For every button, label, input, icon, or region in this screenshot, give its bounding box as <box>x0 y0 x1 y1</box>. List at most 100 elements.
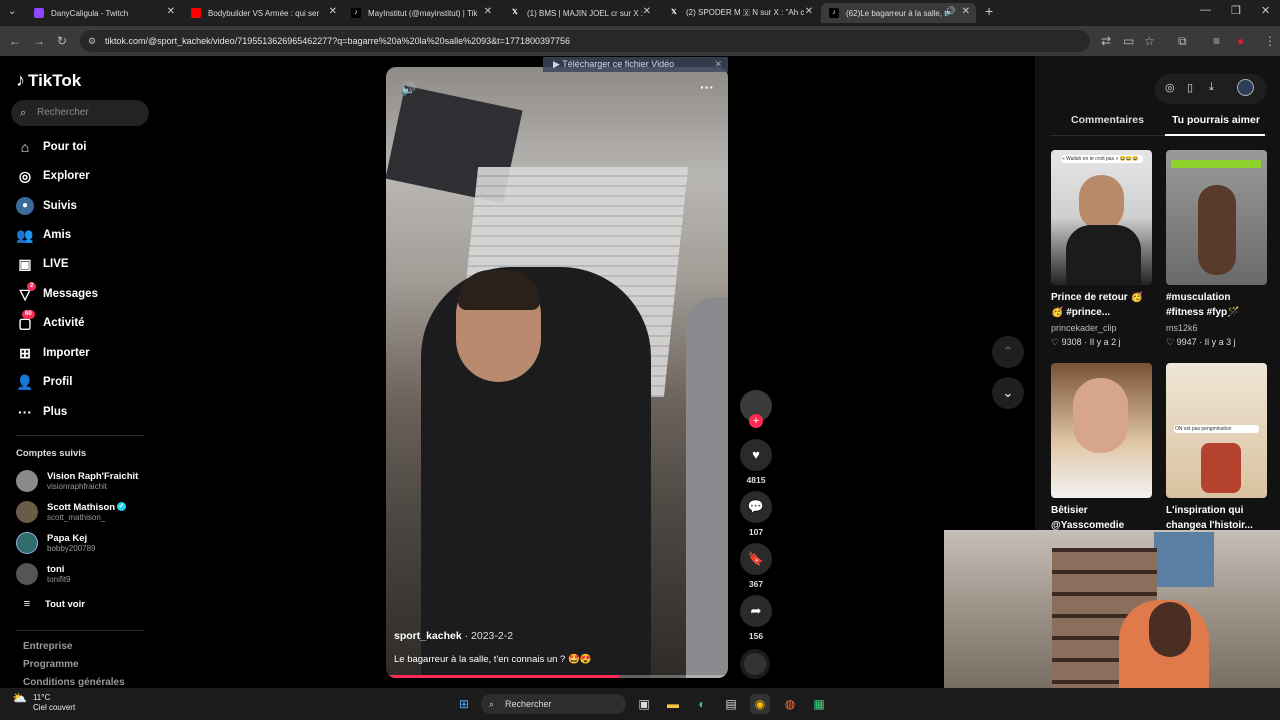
extensions-icon[interactable]: ⧉ <box>1178 33 1187 49</box>
tab-suggestions[interactable]: Tu pourrais aimer <box>1172 114 1260 126</box>
file-explorer-icon[interactable]: ▬ <box>663 694 683 714</box>
more-options-icon[interactable]: ··· <box>700 79 714 95</box>
close-window-icon[interactable]: ✕ <box>1261 4 1270 17</box>
back-icon[interactable]: ← <box>9 33 21 49</box>
edge-icon[interactable]: ◐ <box>692 694 712 714</box>
explore-icon[interactable]: ◎ <box>1165 81 1175 94</box>
followed-account[interactable]: Scott Mathison ✓ scott_mathison_ <box>16 499 127 525</box>
nav-activite[interactable]: ▢ 60 Activité <box>16 310 85 333</box>
previous-video-button[interactable]: ⌃ <box>992 336 1024 368</box>
bookmark-star-icon[interactable]: ☆ <box>1144 33 1155 49</box>
firefox-icon[interactable]: ◍ <box>780 694 800 714</box>
music-disc-icon[interactable] <box>740 649 770 679</box>
suggested-video-thumb[interactable] <box>1051 363 1152 498</box>
tab-list-icon[interactable]: ⌄ <box>8 6 16 17</box>
suggested-video-title[interactable]: Bêtisier @Yasscomedie <box>1051 503 1151 533</box>
comment-action[interactable]: 💬 107 <box>740 491 772 537</box>
user-avatar-icon[interactable] <box>1237 79 1254 96</box>
nav-messages[interactable]: ▽ 2 Messages <box>16 282 98 304</box>
tiktok-logo[interactable]: ♪ TikTok <box>16 70 81 91</box>
task-view-icon[interactable]: ▣ <box>634 694 654 714</box>
video-author[interactable]: sport_kachek <box>394 630 462 642</box>
see-all-button[interactable]: ≡ Tout voir <box>16 591 85 617</box>
media-icon[interactable]: ≡ <box>1213 33 1220 49</box>
close-tab-icon[interactable]: ✕ <box>167 6 175 17</box>
device-icon[interactable]: ▯ <box>1187 81 1193 94</box>
weather-widget[interactable]: ⛅ 11°C Ciel couvert <box>12 692 75 713</box>
reload-icon[interactable]: ↻ <box>57 33 67 49</box>
tab-title: DanyCaligula - Twitch <box>51 8 129 18</box>
nav-label: Activité <box>43 317 85 329</box>
profile-avatar-icon[interactable]: ● <box>1237 33 1244 49</box>
suggested-video-title[interactable]: L'inspiration qui changea l'histoir... <box>1166 503 1266 533</box>
comment-count: 107 <box>748 527 764 537</box>
address-bar[interactable]: ⚙ tiktok.com/@sport_kachek/video/7195513… <box>80 30 1090 52</box>
forward-icon[interactable]: → <box>33 33 45 49</box>
suggested-video-title[interactable]: Prince de retour 🥳🥳 #prince... <box>1051 290 1151 320</box>
follow-plus-icon[interactable]: + <box>749 414 763 428</box>
nav-pour-toi[interactable]: ⌂ Pour toi <box>16 137 87 157</box>
suggested-video-user[interactable]: princekader_clip <box>1051 323 1117 333</box>
maximize-icon[interactable]: ❐ <box>1231 4 1241 17</box>
followed-account[interactable]: toni tonifit9 <box>16 561 71 587</box>
nav-explorer[interactable]: ◎ Explorer <box>16 166 90 186</box>
followed-account[interactable]: Vision Raph'Fraichit visionraphfraichit <box>16 468 138 494</box>
store-icon[interactable]: ▤ <box>721 694 741 714</box>
close-tab-icon[interactable]: ✕ <box>484 6 492 17</box>
nav-plus[interactable]: ··· Plus <box>16 402 67 422</box>
tab-audio-icon[interactable]: 🔊 <box>945 6 956 17</box>
share-icon[interactable]: ➦ <box>740 595 772 627</box>
video-progress-bar[interactable] <box>386 675 728 678</box>
save-action[interactable]: 🔖 367 <box>740 543 772 589</box>
download-icon[interactable]: ⤓ <box>1209 81 1214 94</box>
site-info-icon[interactable]: ⚙ <box>88 30 96 52</box>
volume-icon[interactable]: 🔊 <box>400 81 416 97</box>
close-tab-icon[interactable]: ✕ <box>329 6 337 17</box>
app-icon[interactable]: ▦ <box>809 694 829 714</box>
suggested-video-thumb[interactable] <box>1166 150 1267 285</box>
tab-twitch[interactable]: DanyCaligula - Twitch ✕ <box>26 3 181 23</box>
search-input[interactable]: ⌕ Rechercher <box>11 100 149 126</box>
nav-suivis[interactable]: ● Suivis <box>16 196 77 216</box>
suggested-video-user[interactable]: ms12k6 <box>1166 323 1198 333</box>
share-action[interactable]: ➦ 156 <box>740 595 772 641</box>
windows-start-icon[interactable]: ⊞ <box>454 694 474 714</box>
tab-youtube[interactable]: Bodybuilder VS Armée : qui ser ✕ <box>183 3 343 23</box>
browser-menu-icon[interactable]: ⋮ <box>1264 33 1276 49</box>
nav-amis[interactable]: 👥 Amis <box>16 225 71 245</box>
heart-icon[interactable]: ♥ <box>740 439 772 471</box>
home-icon: ⌂ <box>20 139 30 155</box>
close-tab-icon[interactable]: ✕ <box>962 6 970 17</box>
taskbar-search[interactable]: ⌕ Rechercher <box>481 694 626 714</box>
close-banner-icon[interactable]: ✕ <box>714 57 722 72</box>
tab-x-bms[interactable]: 𝕏 (1) BMS | MAJIN JOEL cr sur X : ✕ <box>502 3 657 23</box>
followed-account[interactable]: Papa Kej bobby200789 <box>16 530 96 556</box>
video-player[interactable]: 🔊 ··· sport_kachek · 2023-2-2 Le bagarre… <box>386 67 728 678</box>
search-icon: ⌕ <box>489 699 495 709</box>
tab-commentaires[interactable]: Commentaires <box>1071 114 1144 126</box>
footer-link-conditions[interactable]: Conditions générales <box>23 677 125 688</box>
suggested-video-title[interactable]: #musculation #fitness #fyp🪄 <box>1166 290 1266 320</box>
suggested-video-thumb[interactable]: ON est pas pengmination <box>1166 363 1267 498</box>
nav-importer[interactable]: ⊞ Importer <box>16 343 90 363</box>
nav-profil[interactable]: 👤 Profil <box>16 372 72 392</box>
like-action[interactable]: ♥ 4815 <box>740 439 772 485</box>
nav-live[interactable]: ▣ LIVE <box>16 254 68 274</box>
chrome-icon[interactable]: ◉ <box>750 694 770 714</box>
bookmark-icon[interactable]: 🔖 <box>740 543 772 575</box>
close-tab-icon[interactable]: ✕ <box>643 6 651 17</box>
next-video-button[interactable]: ⌄ <box>992 377 1024 409</box>
cast-icon[interactable]: ▭ <box>1123 33 1134 49</box>
new-tab-icon[interactable]: + <box>985 3 993 19</box>
download-video-banner[interactable]: ▶ Télécharger ce fichier Vidéo ✕ <box>543 57 728 72</box>
tab-tiktok-active[interactable]: ♪ (62)Le bagarreur à la salle, t 🔊 ✕ <box>821 3 976 23</box>
suggested-video-thumb[interactable]: « Wallah on te croit pas » 😂😂😂 <box>1051 150 1152 285</box>
close-tab-icon[interactable]: ✕ <box>805 6 813 17</box>
translate-icon[interactable]: ⇄ <box>1101 33 1111 49</box>
minimize-icon[interactable]: — <box>1200 4 1211 16</box>
comment-icon[interactable]: 💬 <box>740 491 772 523</box>
tab-x-spoder[interactable]: 𝕏 (2) SPODER M 🇽 N sur X : "Ah c ✕ <box>661 3 819 23</box>
footer-link-entreprise[interactable]: Entreprise <box>23 641 72 652</box>
tab-mayinstitut[interactable]: ♪ MayInstitut (@mayinstitut) | Tik ✕ <box>343 3 498 23</box>
footer-link-programme[interactable]: Programme <box>23 659 79 670</box>
